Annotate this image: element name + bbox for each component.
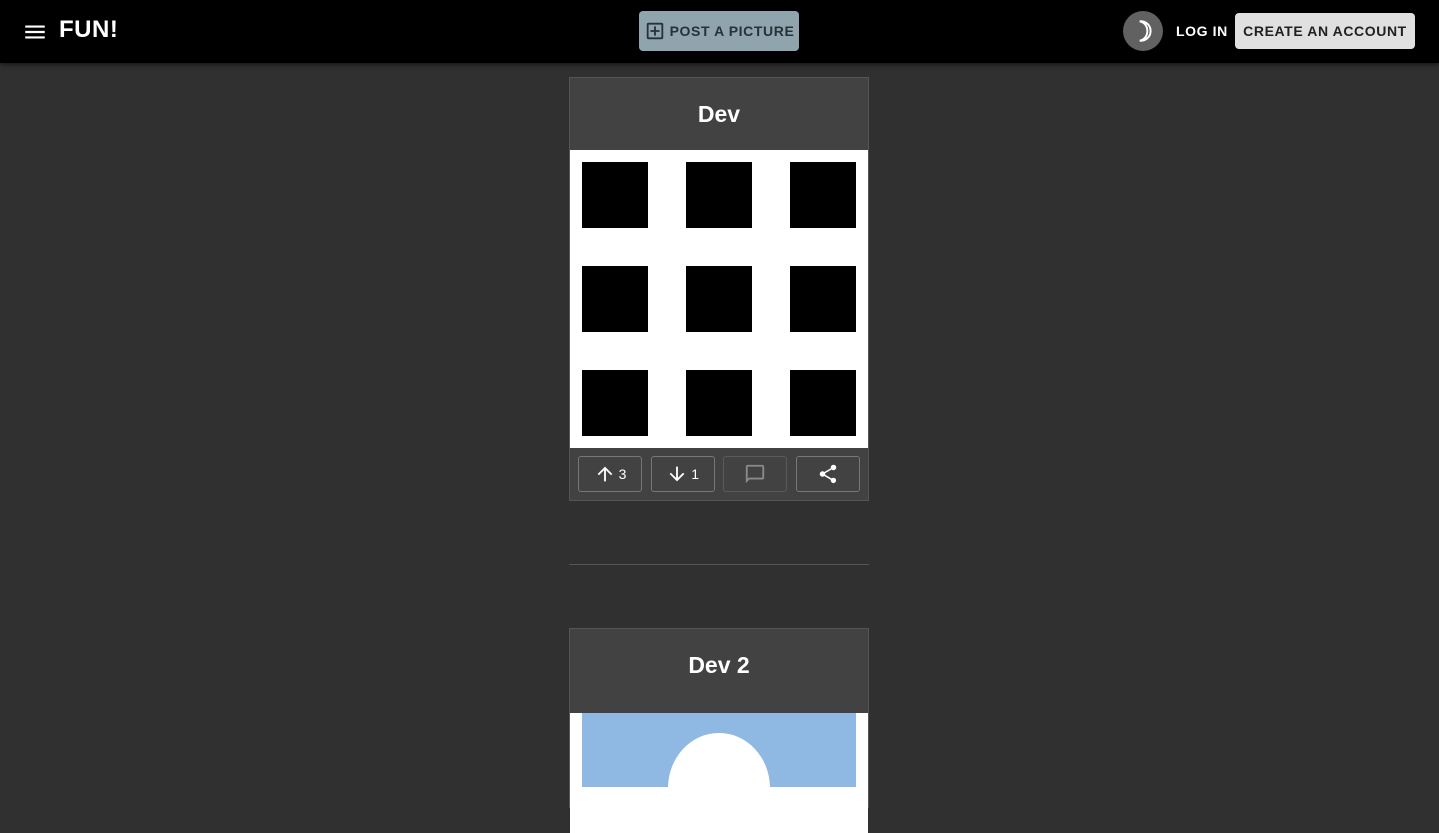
- post-image[interactable]: [570, 713, 868, 833]
- comment-icon: [744, 463, 766, 485]
- theme-toggle-button[interactable]: [1123, 11, 1163, 51]
- upvote-count: 3: [618, 466, 627, 482]
- upvote-button[interactable]: 3: [578, 456, 642, 492]
- arrow-downward-icon: [666, 463, 688, 485]
- avatar-photo: [582, 713, 856, 787]
- add-box-icon: [644, 20, 666, 42]
- image-square: [582, 370, 648, 436]
- post-card: Dev 2: [569, 628, 869, 833]
- image-square: [790, 162, 856, 228]
- dark-mode-moon-icon: [1130, 18, 1156, 44]
- brand-title[interactable]: FUN!: [59, 16, 118, 44]
- downvote-button[interactable]: 1: [650, 456, 715, 492]
- post-actions: 3 1: [570, 448, 868, 500]
- post-picture-label: POST A PICTURE: [669, 23, 795, 39]
- comment-button[interactable]: [723, 456, 788, 492]
- post-card: Dev 3 1: [569, 77, 869, 501]
- share-button[interactable]: [795, 456, 860, 492]
- post-picture-button[interactable]: POST A PICTURE: [639, 11, 799, 51]
- avatar-silhouette: [668, 733, 770, 787]
- login-link[interactable]: LOG IN: [1168, 13, 1236, 49]
- image-square: [686, 370, 752, 436]
- image-square: [686, 266, 752, 332]
- post-image[interactable]: [570, 150, 868, 448]
- image-square: [686, 162, 752, 228]
- image-square: [582, 266, 648, 332]
- downvote-count: 1: [691, 466, 700, 482]
- top-app-bar: FUN! POST A PICTURE LOG IN CREATE AN ACC…: [0, 0, 1439, 63]
- post-title: Dev: [570, 78, 868, 150]
- share-icon: [817, 463, 839, 485]
- image-square: [790, 266, 856, 332]
- post-divider: [569, 564, 869, 565]
- create-account-button[interactable]: CREATE AN ACCOUNT: [1235, 13, 1415, 49]
- post-title: Dev 2: [570, 629, 868, 701]
- menu-icon[interactable]: [22, 19, 48, 45]
- image-square: [790, 370, 856, 436]
- image-square: [582, 162, 648, 228]
- arrow-upward-icon: [594, 463, 616, 485]
